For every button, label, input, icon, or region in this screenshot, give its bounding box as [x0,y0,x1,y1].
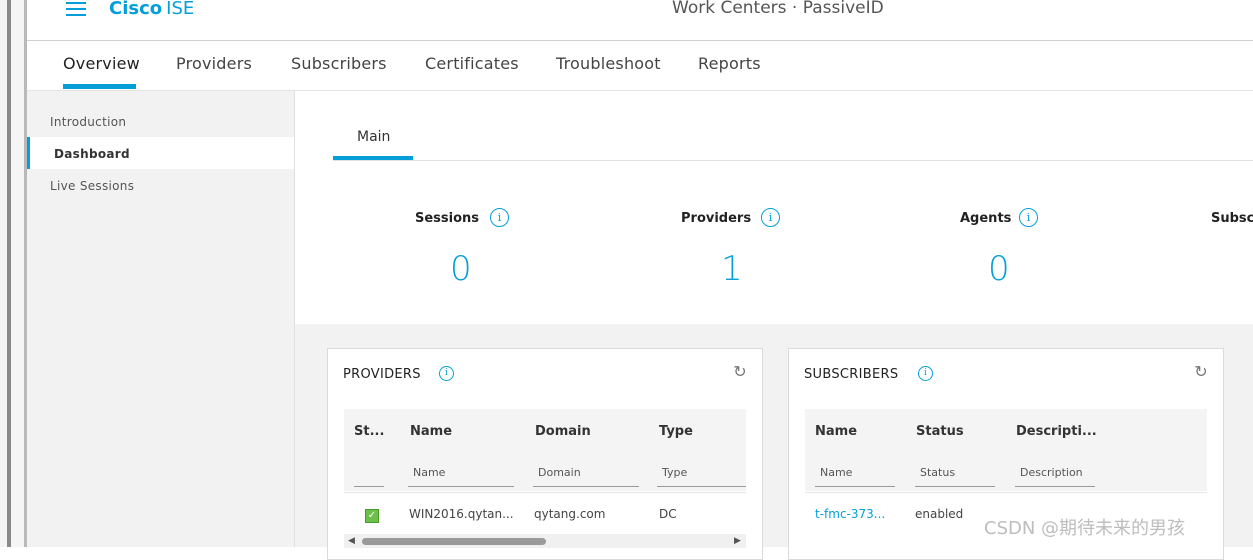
brand-logo[interactable]: Cisco ISE [109,0,194,19]
column-header-name[interactable]: Name [815,424,857,439]
table-row[interactable]: ✓ WIN2016.qytan... qytang.com DC [344,492,746,529]
stat-agents-label: Agents [960,211,1012,226]
tab-overview[interactable]: Overview [63,54,140,73]
stat-sessions-label: Sessions [415,211,480,226]
divider [333,160,1253,161]
sidebar-item-label: Introduction [50,115,127,129]
filter-placeholder: Domain [538,466,581,479]
column-header-name[interactable]: Name [410,424,452,439]
domain-filter[interactable]: Domain [533,462,639,487]
cell-type: DC [659,507,677,521]
refresh-icon[interactable]: ↻ [1192,363,1210,381]
info-icon[interactable]: i [761,208,780,227]
cell-domain: qytang.com [534,507,606,521]
top-bar: Cisco ISE Work Centers · PassiveID [27,0,1253,41]
filter-placeholder: Name [820,466,853,479]
stat-agents-value: 0 [988,249,1010,289]
stat-providers-label: Providers [681,211,752,226]
info-icon[interactable]: i [1019,208,1038,227]
scroll-right-icon[interactable]: ▶ [734,534,741,548]
stat-providers-value: 1 [721,249,743,289]
refresh-icon[interactable]: ↻ [731,363,749,381]
info-icon[interactable]: i [490,208,509,227]
column-header-status[interactable]: Status [916,424,964,439]
active-tab-indicator [63,84,136,89]
cell-status: enabled [915,507,964,521]
sidebar-item-label: Live Sessions [50,179,135,193]
tab-providers[interactable]: Providers [176,54,252,73]
table-header: Name Status Descripti... Name Status Des… [805,409,1207,491]
filter-placeholder: Type [662,466,688,479]
work-center-title: Work Centers · PassiveID [672,0,884,18]
tab-certificates[interactable]: Certificates [425,54,519,73]
scroll-left-icon[interactable]: ◀ [348,534,355,548]
info-icon[interactable]: i [439,366,454,381]
name-filter[interactable]: Name [815,462,895,487]
column-header-description[interactable]: Descripti... [1016,424,1097,439]
watermark: CSDN @期待未来的男孩 [984,518,1186,539]
providers-panel: PROVIDERS i ↻ St... Name Domain Type Nam… [327,348,763,560]
status-check-icon: ✓ [365,509,379,523]
main-tabs: Overview Providers Subscribers Certifica… [27,41,1253,91]
status-filter[interactable]: Status [915,462,995,487]
table-header: St... Name Domain Type Name Domain Type [344,409,746,491]
filter-placeholder: Status [920,466,956,479]
panel-title: SUBSCRIBERS [804,367,899,382]
tab-subscribers[interactable]: Subscribers [291,54,387,73]
panel-title: PROVIDERS [343,367,421,382]
type-filter[interactable]: Type [657,462,746,487]
column-header-domain[interactable]: Domain [535,424,591,439]
column-header-status[interactable]: St... [354,424,384,439]
sidebar-item-live-sessions[interactable]: Live Sessions [27,169,294,201]
window-frame [0,0,27,547]
active-indicator [27,137,30,169]
dashboard-content: Main Sessions i 0 Providers i 1 Agents i… [295,91,1253,560]
horizontal-scrollbar[interactable]: ◀ ▶ [344,534,746,548]
subtab-main[interactable]: Main [357,129,390,145]
status-filter[interactable] [354,462,384,487]
menu-icon[interactable] [66,2,86,16]
stat-subscribers-label: Subsc [1211,211,1253,226]
column-header-type[interactable]: Type [659,424,693,439]
filter-placeholder: Description [1020,466,1083,479]
scroll-thumb[interactable] [362,538,546,545]
stat-sessions-value: 0 [450,249,472,289]
description-filter[interactable]: Description [1015,462,1095,487]
name-filter[interactable]: Name [408,462,514,487]
tab-reports[interactable]: Reports [698,54,761,73]
sidebar: Introduction Dashboard Live Sessions [27,91,295,547]
cell-name-link[interactable]: t-fmc-373... [815,507,885,521]
brand-product: ISE [166,0,195,19]
sidebar-item-dashboard[interactable]: Dashboard [27,137,294,169]
sidebar-item-label: Dashboard [54,147,130,161]
tab-troubleshoot[interactable]: Troubleshoot [556,54,661,73]
info-icon[interactable]: i [918,366,933,381]
sidebar-item-introduction[interactable]: Introduction [27,105,294,137]
filter-placeholder: Name [413,466,446,479]
cell-name: WIN2016.qytan... [409,507,514,521]
brand-name: Cisco [109,0,163,19]
